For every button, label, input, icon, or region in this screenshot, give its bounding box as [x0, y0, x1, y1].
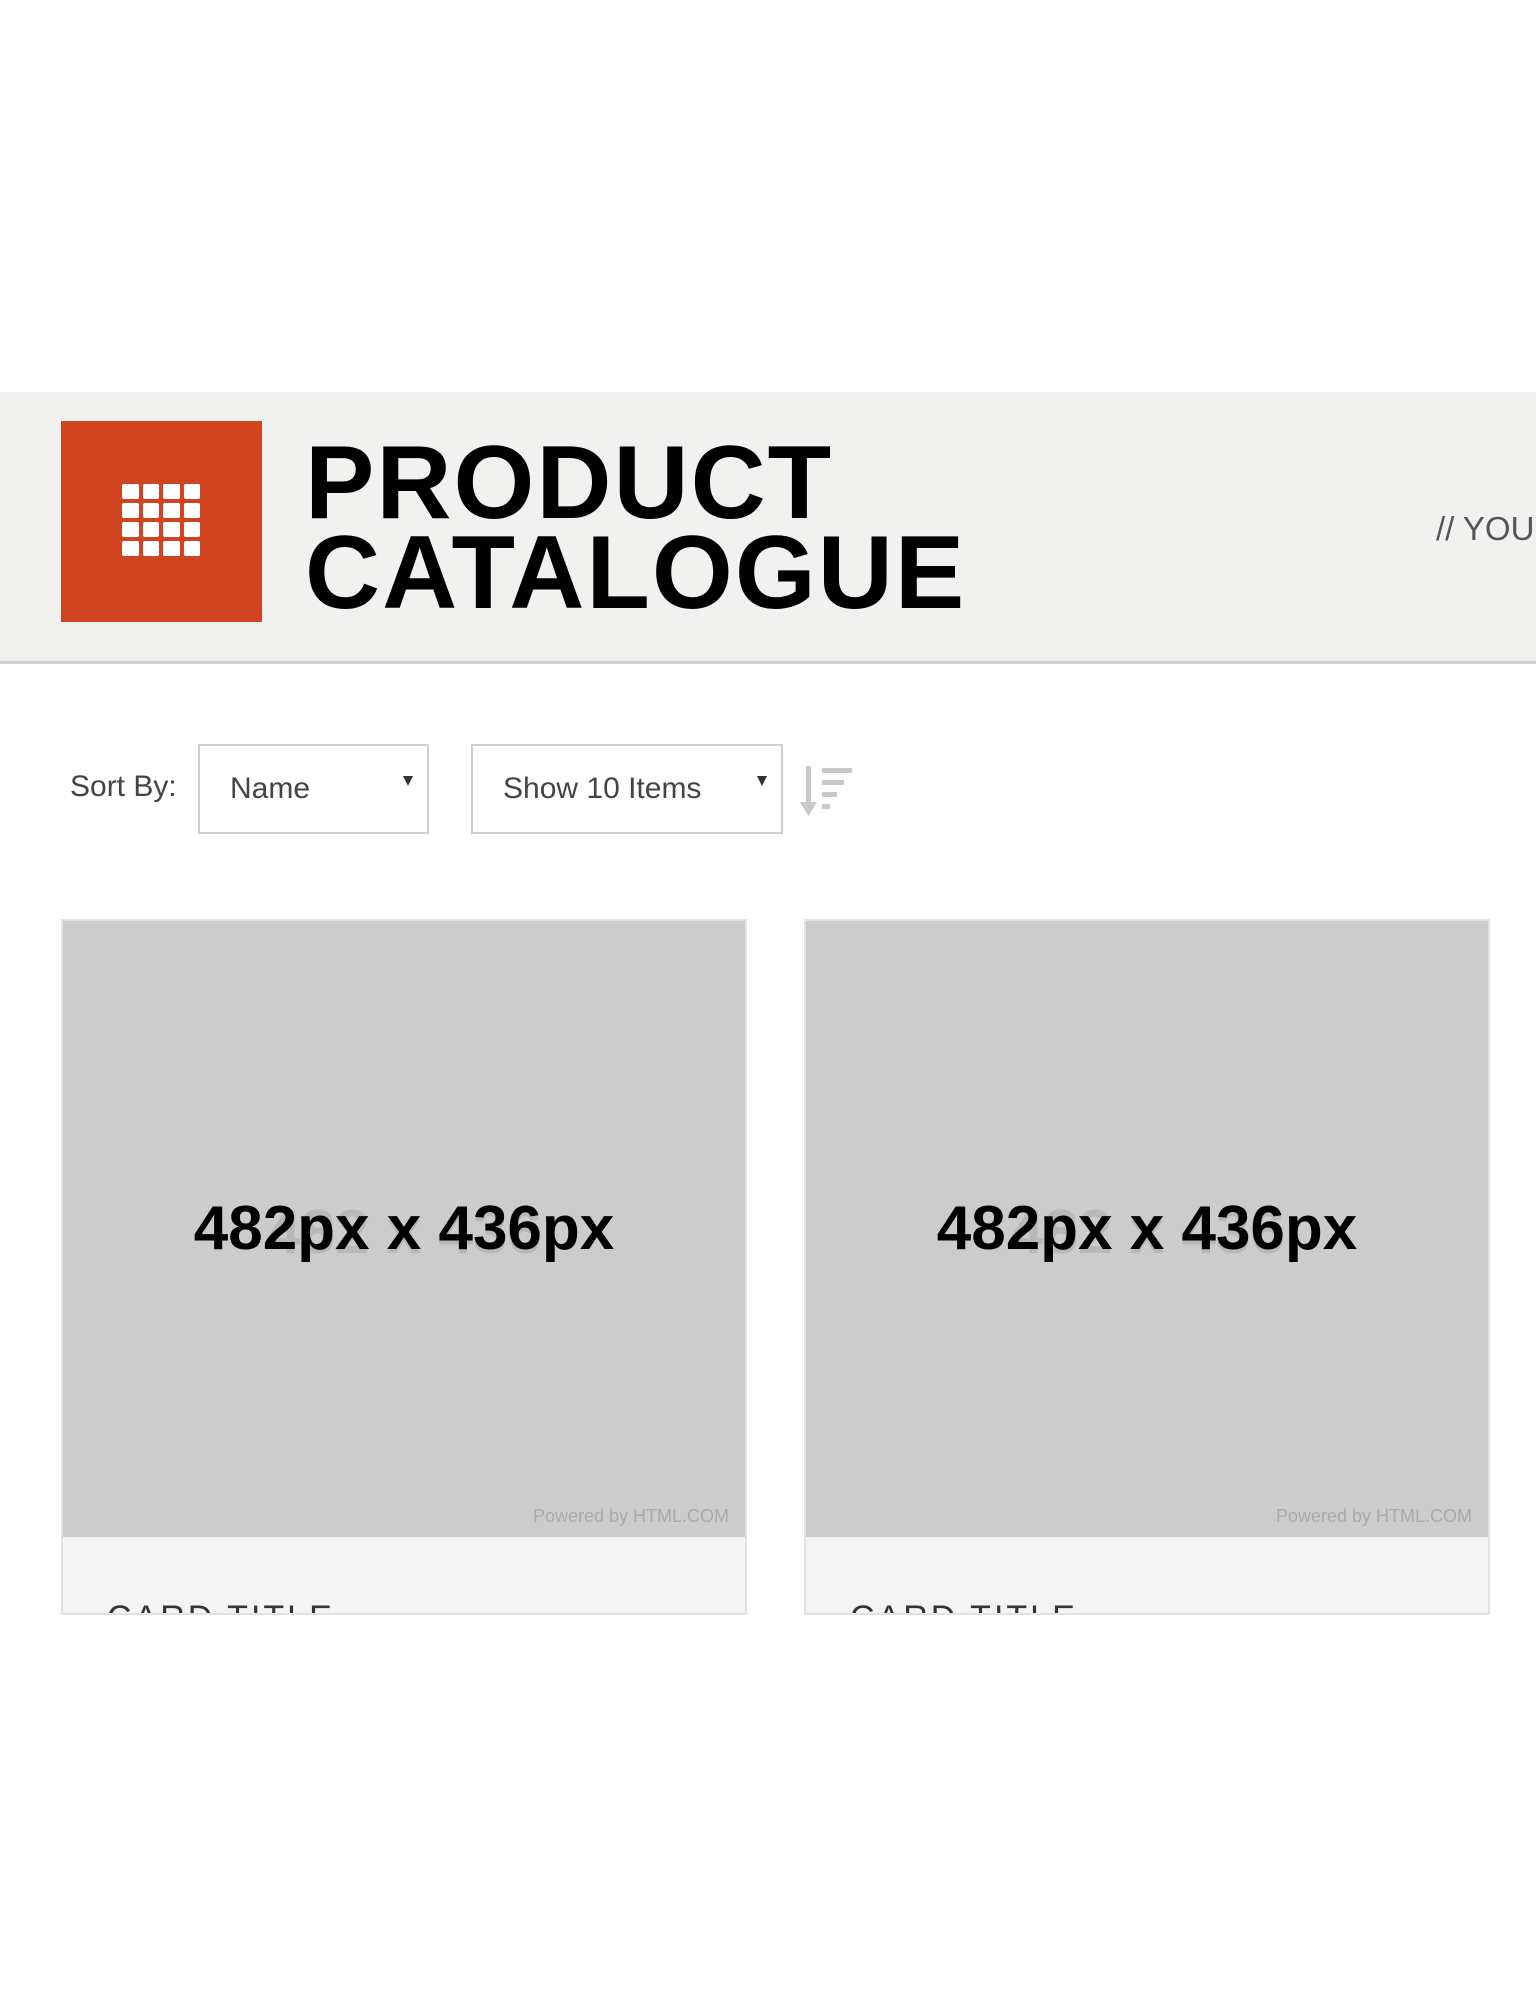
placeholder-dimensions: 482px x 436px [936, 1194, 1358, 1263]
product-card[interactable]: 482 x 436 482px x 436px Powered by HTML.… [804, 919, 1490, 1615]
card-title: CARD TITLE [850, 1599, 1078, 1613]
chevron-down-icon [403, 776, 413, 786]
sort-by-value: Name [230, 772, 311, 805]
powered-by-credit: Powered by HTML.COM [532, 1506, 729, 1526]
chevron-down-icon [757, 776, 767, 786]
logo[interactable] [61, 421, 262, 622]
placeholder-dimensions: 482px x 436px [193, 1194, 615, 1263]
card-image-placeholder: 482 x 436 482px x 436px Powered by HTML.… [63, 921, 745, 1537]
page-header: PRODUCT CATALOGUE // YOU [0, 392, 1536, 664]
page-title: PRODUCT CATALOGUE [305, 431, 967, 631]
grid-icon [122, 484, 200, 556]
sort-descending-icon[interactable] [800, 764, 860, 820]
catalogue-toolbar: Sort By: Name Show 10 Items [0, 744, 1536, 836]
product-card[interactable]: 482 x 436 482px x 436px Powered by HTML.… [61, 919, 747, 1615]
items-per-page-value: Show 10 Items [503, 772, 702, 805]
items-per-page-select[interactable]: Show 10 Items [471, 744, 783, 834]
sort-by-label: Sort By: [70, 770, 177, 803]
sort-by-select[interactable]: Name [198, 744, 429, 834]
header-tagline: // YOU [1436, 510, 1535, 547]
card-image-placeholder: 482 x 436 482px x 436px Powered by HTML.… [806, 921, 1488, 1537]
page-title-line-2: CATALOGUE [305, 515, 967, 631]
powered-by-credit: Powered by HTML.COM [1275, 1506, 1472, 1526]
card-title: CARD TITLE [107, 1599, 335, 1613]
